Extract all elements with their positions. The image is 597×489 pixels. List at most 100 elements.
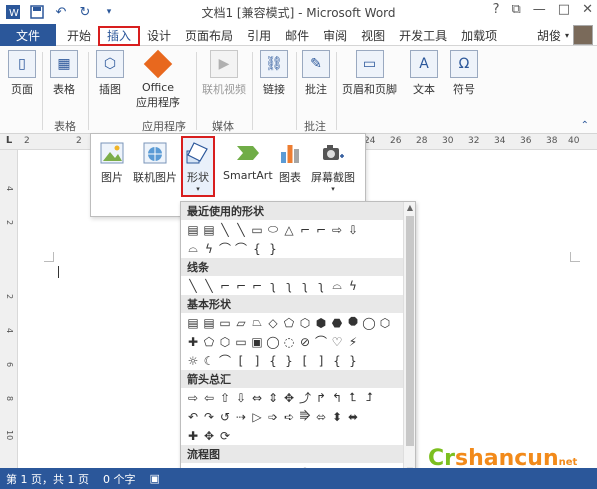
- shape-item[interactable]: ⇧: [217, 391, 233, 405]
- shape-item[interactable]: ⬭: [265, 222, 281, 237]
- shape-item[interactable]: ⌒: [217, 352, 233, 369]
- shapes-button[interactable]: 形状 ▾: [181, 136, 215, 197]
- smartart-button[interactable]: SmartArt: [223, 140, 273, 182]
- shape-item[interactable]: ⬠: [201, 335, 217, 349]
- online-video-button[interactable]: ▶ 联机视频: [202, 50, 246, 97]
- shape-item[interactable]: ╲: [233, 223, 249, 237]
- shape-item[interactable]: ↰: [329, 391, 345, 405]
- shape-item[interactable]: ◯: [361, 316, 377, 330]
- header-footer-button[interactable]: ▭ 页眉和页脚: [342, 50, 397, 97]
- word-count[interactable]: 0 个字: [103, 471, 136, 487]
- scrollbar-thumb[interactable]: [406, 216, 414, 446]
- shape-item[interactable]: ⌓: [329, 278, 345, 293]
- shape-item[interactable]: ╲: [217, 223, 233, 237]
- shape-item[interactable]: ⇔: [249, 391, 265, 405]
- shape-item[interactable]: ▷: [249, 410, 265, 424]
- shape-item[interactable]: ⬍: [329, 410, 345, 424]
- tab-file[interactable]: 文件: [0, 24, 56, 46]
- symbol-button[interactable]: Ω 符号: [450, 50, 478, 97]
- shape-item[interactable]: ▤: [201, 316, 217, 330]
- shape-item[interactable]: ⮤: [345, 390, 361, 405]
- comment-button[interactable]: ✎ 批注: [302, 50, 330, 97]
- shape-item[interactable]: ⟳: [217, 429, 233, 443]
- tab-mailings[interactable]: 邮件: [278, 24, 316, 46]
- ribbon-display-options-icon[interactable]: ⧉: [512, 2, 521, 17]
- shape-item[interactable]: ⇨: [185, 391, 201, 405]
- shape-item[interactable]: ╲: [201, 279, 217, 293]
- tab-view[interactable]: 视图: [354, 24, 392, 46]
- shape-item[interactable]: }: [265, 242, 281, 256]
- shape-item[interactable]: ⬄: [313, 410, 329, 424]
- tab-developer[interactable]: 开发工具: [392, 24, 454, 46]
- online-picture-button[interactable]: 联机图片: [133, 140, 177, 185]
- shape-item[interactable]: ⌒: [233, 240, 249, 257]
- office-apps-button[interactable]: Office 应用程序: [136, 49, 180, 110]
- page-count[interactable]: 第 1 页，共 1 页: [6, 471, 89, 487]
- tab-insert[interactable]: 插入: [98, 25, 141, 46]
- shape-item[interactable]: ↺: [217, 410, 233, 424]
- shape-item[interactable]: [: [297, 354, 313, 368]
- shape-item[interactable]: ➪: [281, 410, 297, 424]
- shape-item[interactable]: {: [249, 242, 265, 256]
- shape-item[interactable]: ↱: [313, 391, 329, 405]
- shape-item[interactable]: ⮥: [361, 390, 377, 405]
- shape-item[interactable]: ⌐: [217, 279, 233, 293]
- shape-item[interactable]: ▤: [185, 223, 201, 237]
- shape-item[interactable]: △: [281, 223, 297, 237]
- shape-item[interactable]: ↶: [185, 410, 201, 424]
- shape-item[interactable]: }: [281, 354, 297, 368]
- shape-item[interactable]: ʅ: [297, 279, 313, 293]
- shape-item[interactable]: ]: [313, 354, 329, 368]
- tab-references[interactable]: 引用: [240, 24, 278, 46]
- collapse-ribbon-icon[interactable]: ⌃: [581, 120, 589, 131]
- shape-item[interactable]: ⌐: [313, 223, 329, 237]
- minimize-icon[interactable]: —: [533, 2, 546, 17]
- shape-item[interactable]: ϟ: [201, 242, 217, 256]
- tab-home[interactable]: 开始: [60, 24, 98, 46]
- shape-item[interactable]: ⬠: [281, 316, 297, 330]
- shape-item[interactable]: ▤: [201, 223, 217, 237]
- shape-item[interactable]: ʅ: [265, 279, 281, 293]
- shape-item[interactable]: ⯃: [345, 315, 361, 330]
- shape-item[interactable]: {: [329, 354, 345, 368]
- shape-item[interactable]: ʅ: [313, 279, 329, 293]
- shape-item[interactable]: ▱: [233, 316, 249, 330]
- table-button[interactable]: ▦ 表格: [50, 50, 78, 97]
- shape-item[interactable]: ⬌: [345, 410, 361, 424]
- shape-item[interactable]: ϟ: [345, 279, 361, 293]
- shape-item[interactable]: ☾: [201, 354, 217, 368]
- tab-page-layout[interactable]: 页面布局: [178, 24, 240, 46]
- page-button[interactable]: ▯ 页面: [8, 50, 36, 97]
- maximize-icon[interactable]: □: [558, 2, 570, 17]
- shape-item[interactable]: ⤴: [297, 389, 313, 406]
- shape-item[interactable]: ▭: [249, 223, 265, 237]
- picture-button[interactable]: 图片: [99, 140, 125, 185]
- shape-item[interactable]: ▣: [249, 335, 265, 349]
- shape-item[interactable]: ⌒: [313, 333, 329, 350]
- shape-item[interactable]: [: [233, 354, 249, 368]
- text-button[interactable]: A 文本: [410, 50, 438, 97]
- shape-item[interactable]: ⬡: [297, 316, 313, 330]
- shape-item[interactable]: ]: [249, 354, 265, 368]
- shape-item[interactable]: ⭆: [297, 409, 313, 424]
- scroll-up-icon[interactable]: ▲: [404, 203, 415, 213]
- shape-item[interactable]: ↷: [201, 410, 217, 424]
- shape-item[interactable]: ⇩: [233, 391, 249, 405]
- shape-item[interactable]: ▭: [233, 335, 249, 349]
- shape-item[interactable]: ⇩: [345, 223, 361, 237]
- shape-item[interactable]: ➩: [265, 410, 281, 424]
- shape-item[interactable]: ▤: [185, 316, 201, 330]
- shape-item[interactable]: ⌓: [185, 241, 201, 256]
- shape-item[interactable]: {: [265, 354, 281, 368]
- shape-item[interactable]: ▭: [217, 316, 233, 330]
- shape-item[interactable]: ✚: [185, 429, 201, 443]
- shape-item[interactable]: ⏢: [249, 315, 265, 330]
- gallery-scrollbar[interactable]: ▲ ▼: [403, 202, 415, 475]
- shape-item[interactable]: ✥: [281, 391, 297, 405]
- shape-item[interactable]: ⌐: [233, 279, 249, 293]
- shape-item[interactable]: ⚡: [345, 335, 361, 349]
- shape-item[interactable]: ◌: [281, 335, 297, 349]
- shape-item[interactable]: ⊘: [297, 335, 313, 349]
- help-icon[interactable]: ?: [493, 2, 500, 17]
- shape-item[interactable]: ⬡: [217, 335, 233, 349]
